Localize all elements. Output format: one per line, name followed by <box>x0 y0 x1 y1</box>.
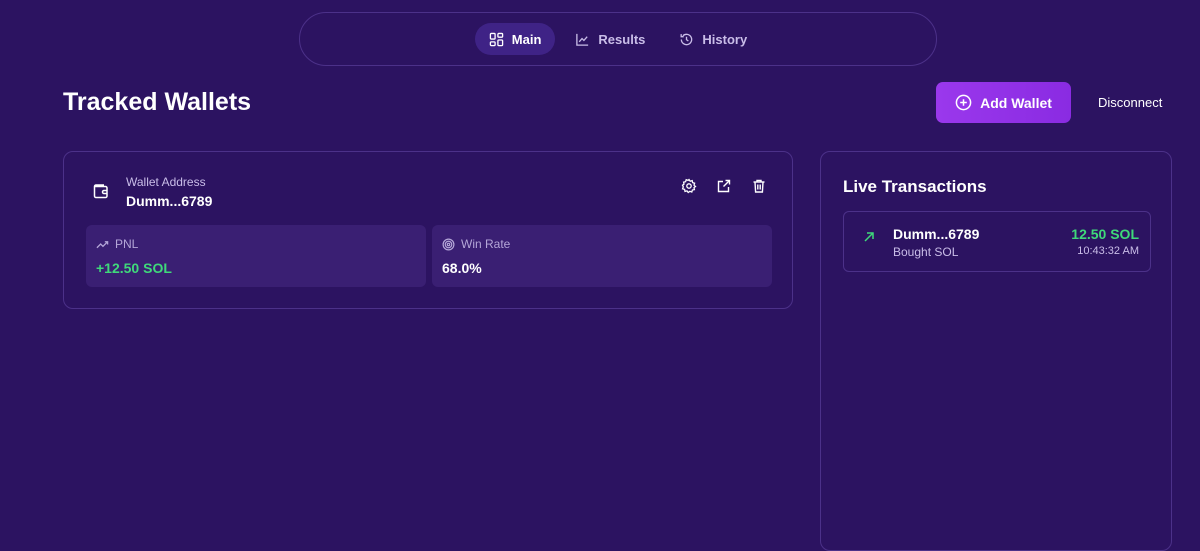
trash-icon <box>753 179 765 193</box>
transaction-wallet: Dumm...6789 <box>893 226 980 242</box>
wallet-actions <box>681 178 767 194</box>
add-wallet-label: Add Wallet <box>980 94 1052 111</box>
win-rate-label: Win Rate <box>461 237 511 251</box>
pnl-stat: PNL +12.50 SOL <box>86 225 426 287</box>
plus-circle-icon <box>955 94 972 111</box>
disconnect-button[interactable]: Disconnect <box>1098 95 1162 110</box>
settings-button[interactable] <box>681 178 697 194</box>
transaction-amount: 12.50 SOL <box>1071 226 1139 242</box>
wallet-address-label: Wallet Address <box>126 175 206 189</box>
arrow-up-right-icon <box>864 232 874 242</box>
win-rate-value: 68.0% <box>442 260 482 276</box>
transaction-item[interactable]: Dumm...6789 Bought SOL 12.50 SOL 10:43:3… <box>843 211 1151 272</box>
history-icon <box>680 33 693 45</box>
win-rate-stat: Win Rate 68.0% <box>432 225 772 287</box>
pnl-label-row: PNL <box>96 237 138 251</box>
live-transactions-title: Live Transactions <box>843 177 987 196</box>
live-transactions-panel: Live Transactions Dumm...6789 Bought SOL… <box>820 151 1172 551</box>
transaction-time: 10:43:32 AM <box>1077 245 1139 257</box>
wallet-icon <box>93 184 108 199</box>
tab-history-label: History <box>702 31 748 47</box>
tab-main-label: Main <box>511 31 542 47</box>
tab-main[interactable]: Main <box>474 23 556 55</box>
transaction-action: Bought SOL <box>893 245 959 259</box>
tab-history[interactable]: History <box>665 23 761 55</box>
pnl-label: PNL <box>115 237 139 251</box>
target-icon <box>442 238 455 250</box>
tab-results[interactable]: Results <box>561 23 659 55</box>
dashboard-icon <box>489 32 504 46</box>
delete-button[interactable] <box>751 178 767 194</box>
pnl-value: +12.50 SOL <box>96 260 172 276</box>
trending-up-icon <box>96 240 109 248</box>
top-navigation: Main Results History <box>299 12 937 66</box>
external-link-button[interactable] <box>716 178 732 194</box>
wallet-card: Wallet Address Dumm...6789 PNL +12.50 SO… <box>63 151 793 309</box>
external-link-icon <box>717 179 731 193</box>
tab-results-label: Results <box>598 31 646 47</box>
chart-line-icon <box>576 33 589 46</box>
wallet-address: Dumm...6789 <box>126 193 213 209</box>
win-rate-label-row: Win Rate <box>442 237 510 251</box>
page-title: Tracked Wallets <box>63 88 252 116</box>
settings-icon <box>681 178 697 194</box>
add-wallet-button[interactable]: Add Wallet <box>936 82 1071 123</box>
